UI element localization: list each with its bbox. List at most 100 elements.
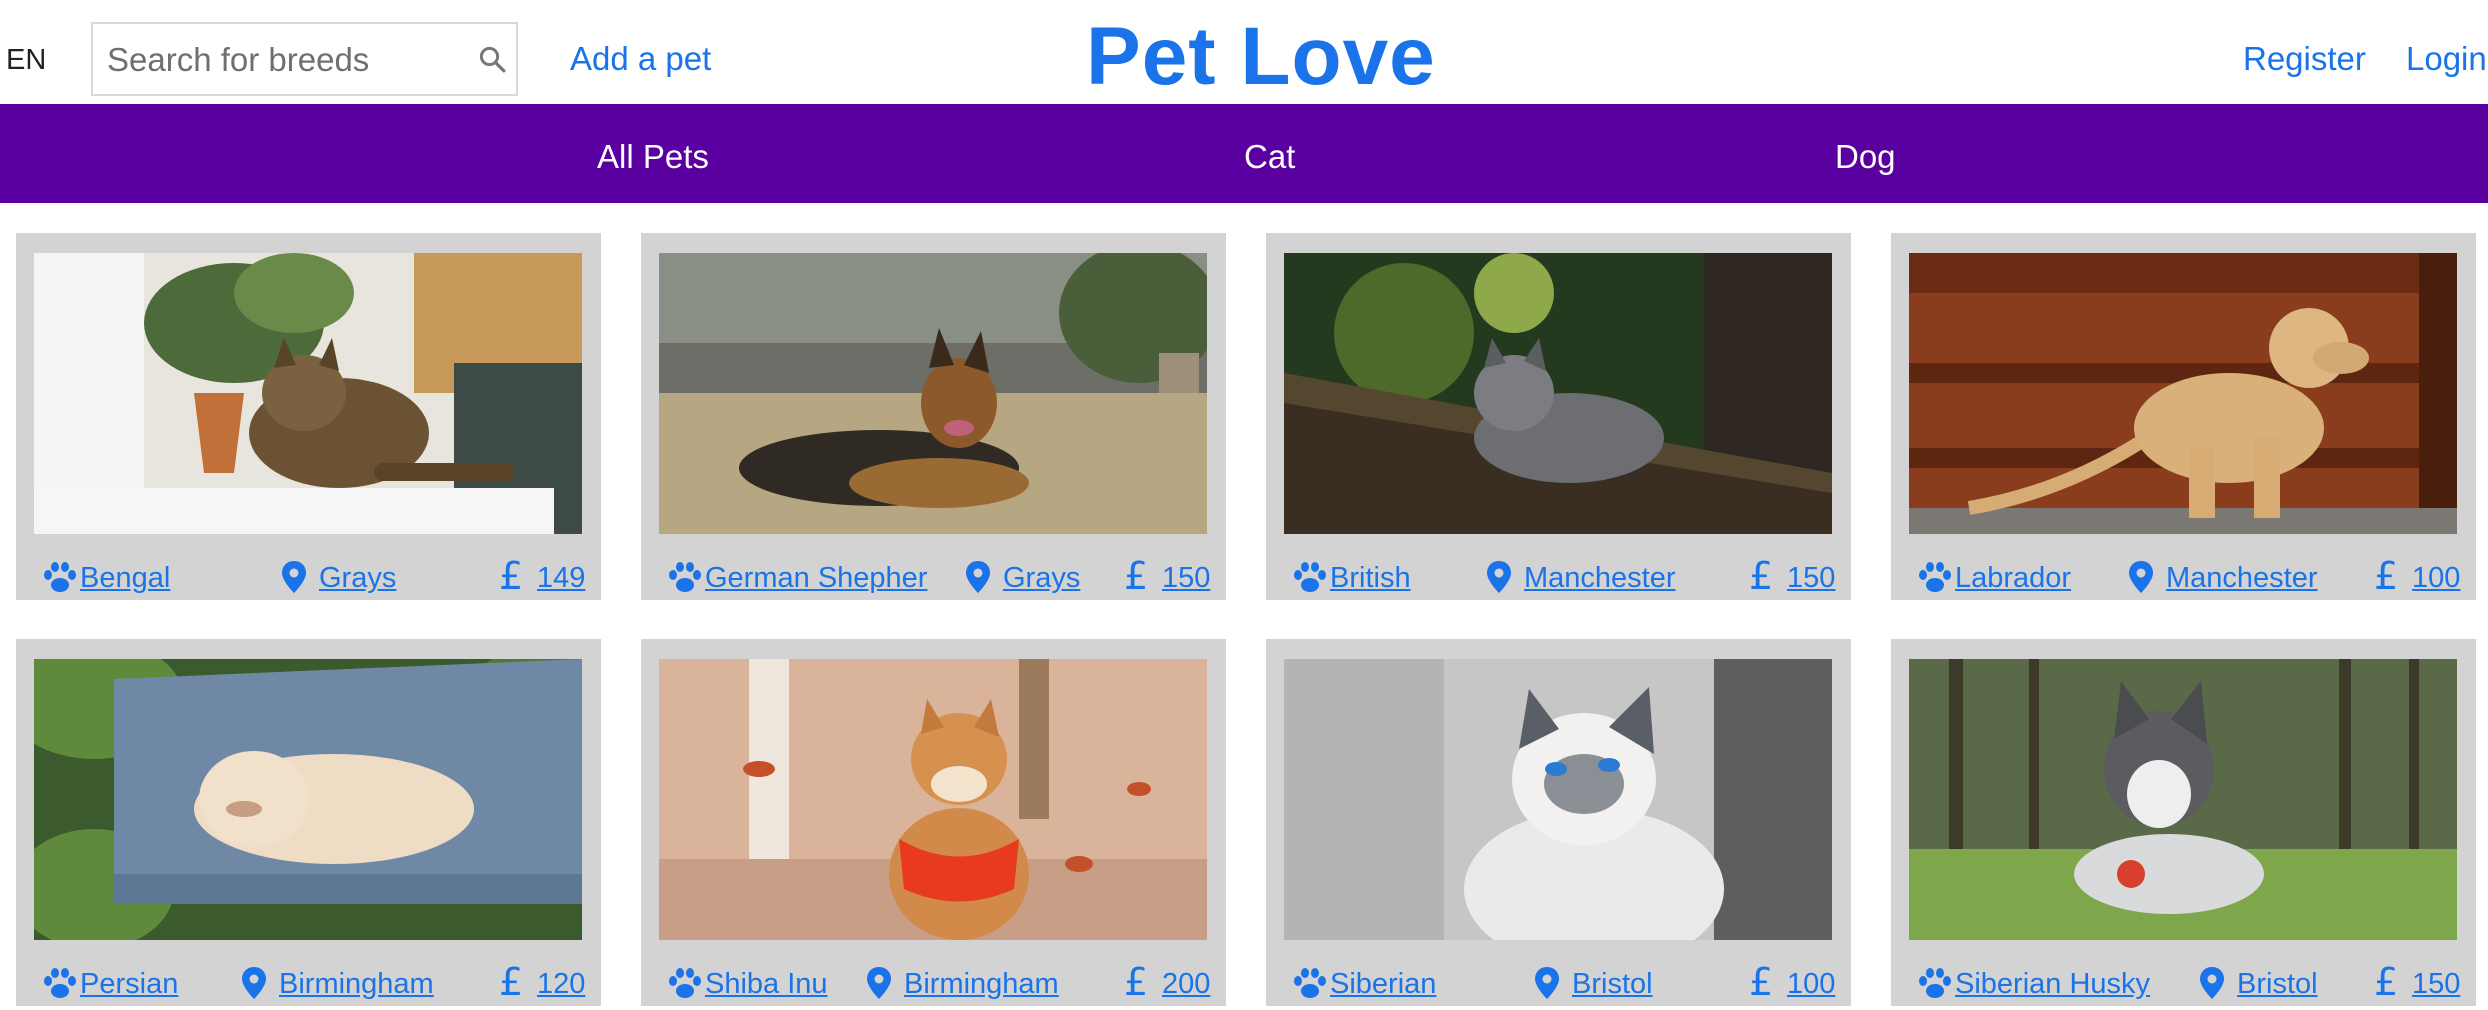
location-pin-icon [1535,967,1559,999]
location-pin-icon [867,967,891,999]
svg-text:£: £ [1749,557,1773,595]
location-field: Bristol [1532,961,1653,1001]
pet-photo-labrador[interactable] [1909,253,2457,534]
breed-link[interactable]: British [1330,562,1411,595]
breed-link[interactable]: Siberian Husky [1955,968,2150,1001]
location-field: Manchester [1484,555,1676,595]
pet-photo-siberian-husky[interactable] [1909,659,2457,940]
pound-icon: £ [1749,557,1773,595]
category-nav: All Pets Cat Dog [0,104,2488,203]
pound-icon: £ [499,963,523,1001]
pet-photo-shiba-inu[interactable] [659,659,1207,940]
price-link[interactable]: 150 [2412,968,2460,1001]
pet-photo-german-shepher[interactable] [659,253,1207,534]
price-field: £ 150 [2372,961,2460,1001]
paw-icon [44,968,76,998]
breed-link[interactable]: Bengal [80,562,170,595]
city-link[interactable]: Manchester [1524,562,1676,595]
location-field: Birmingham [239,961,434,1001]
price-field: £ 120 [497,961,585,1001]
pet-card[interactable]: Siberian Bristol £ 100 [1266,639,1851,1006]
pet-card[interactable]: German Shepher Grays £ 150 [641,233,1226,600]
pound-icon: £ [2374,963,2398,1001]
breed-link[interactable]: Shiba Inu [705,968,828,1001]
svg-text:£: £ [2374,963,2398,1001]
tab-cat[interactable]: Cat [1244,138,1295,176]
language-switch[interactable]: EN [6,44,46,77]
breed-link[interactable]: Persian [80,968,178,1001]
paw-icon [669,968,701,998]
svg-text:£: £ [1124,557,1148,595]
pound-icon: £ [1124,963,1148,1001]
pet-info-row: German Shepher Grays £ 150 [641,555,1226,595]
pet-card[interactable]: Labrador Manchester £ 100 [1891,233,2476,600]
svg-text:£: £ [1749,963,1773,1001]
paw-icon [1919,562,1951,592]
location-pin-icon [2200,967,2224,999]
price-link[interactable]: 200 [1162,968,1210,1001]
search-box [91,22,518,96]
paw-icon [1294,968,1326,998]
pet-photo-bengal[interactable] [34,253,582,534]
price-link[interactable]: 120 [537,968,585,1001]
header: EN Add a pet Pet Love Register Login [0,0,2488,104]
breed-link[interactable]: Labrador [1955,562,2071,595]
pet-card[interactable]: Shiba Inu Birmingham £ 200 [641,639,1226,1006]
paw-icon [1919,968,1951,998]
price-link[interactable]: 149 [537,562,585,595]
price-field: £ 149 [497,555,585,595]
location-pin-icon [966,561,990,593]
pet-photo-persian[interactable] [34,659,582,940]
breed-field: Shiba Inu [665,961,828,1001]
svg-text:£: £ [1124,963,1148,1001]
pound-icon: £ [1124,557,1148,595]
login-link[interactable]: Login [2406,40,2487,78]
pet-card[interactable]: Bengal Grays £ 149 [16,233,601,600]
breed-field: Siberian Husky [1915,961,2150,1001]
breed-field: German Shepher [665,555,927,595]
city-link[interactable]: Manchester [2166,562,2318,595]
city-link[interactable]: Grays [1003,562,1080,595]
tab-dog[interactable]: Dog [1835,138,1896,176]
breed-link[interactable]: German Shepher [705,562,927,595]
price-link[interactable]: 150 [1162,562,1210,595]
pet-photo-siberian[interactable] [1284,659,1832,940]
site-logo[interactable]: Pet Love [1086,10,1436,104]
price-link[interactable]: 100 [2412,562,2460,595]
location-field: Manchester [2126,555,2318,595]
svg-text:£: £ [499,557,523,595]
register-link[interactable]: Register [2243,40,2366,78]
price-field: £ 100 [1747,961,1835,1001]
location-pin-icon [1487,561,1511,593]
city-link[interactable]: Bristol [1572,968,1653,1001]
tab-all-pets[interactable]: All Pets [597,138,709,176]
city-link[interactable]: Birmingham [904,968,1059,1001]
search-input[interactable] [105,24,449,96]
price-link[interactable]: 150 [1787,562,1835,595]
pet-card[interactable]: Siberian Husky Bristol £ 150 [1891,639,2476,1006]
pet-photo-british[interactable] [1284,253,1832,534]
paw-icon [669,562,701,592]
pound-icon: £ [499,557,523,595]
breed-field: Siberian [1290,961,1436,1001]
pet-info-row: Persian Birmingham £ 120 [16,961,601,1001]
price-field: £ 100 [2372,555,2460,595]
pet-info-row: British Manchester £ 150 [1266,555,1851,595]
city-link[interactable]: Bristol [2237,968,2318,1001]
paw-icon [1294,562,1326,592]
svg-text:£: £ [2374,557,2398,595]
location-pin-icon [2129,561,2153,593]
city-link[interactable]: Grays [319,562,396,595]
breed-field: Persian [40,961,178,1001]
search-icon[interactable] [477,44,507,74]
breed-link[interactable]: Siberian [1330,968,1436,1001]
pet-info-row: Labrador Manchester £ 100 [1891,555,2476,595]
price-link[interactable]: 100 [1787,968,1835,1001]
price-field: £ 200 [1122,961,1210,1001]
add-pet-link[interactable]: Add a pet [570,40,711,78]
pet-card[interactable]: Persian Birmingham £ 120 [16,639,601,1006]
city-link[interactable]: Birmingham [279,968,434,1001]
pet-grid: Bengal Grays £ 149 German Shepher Grays … [0,233,2488,1010]
pet-card[interactable]: British Manchester £ 150 [1266,233,1851,600]
location-field: Birmingham [864,961,1059,1001]
